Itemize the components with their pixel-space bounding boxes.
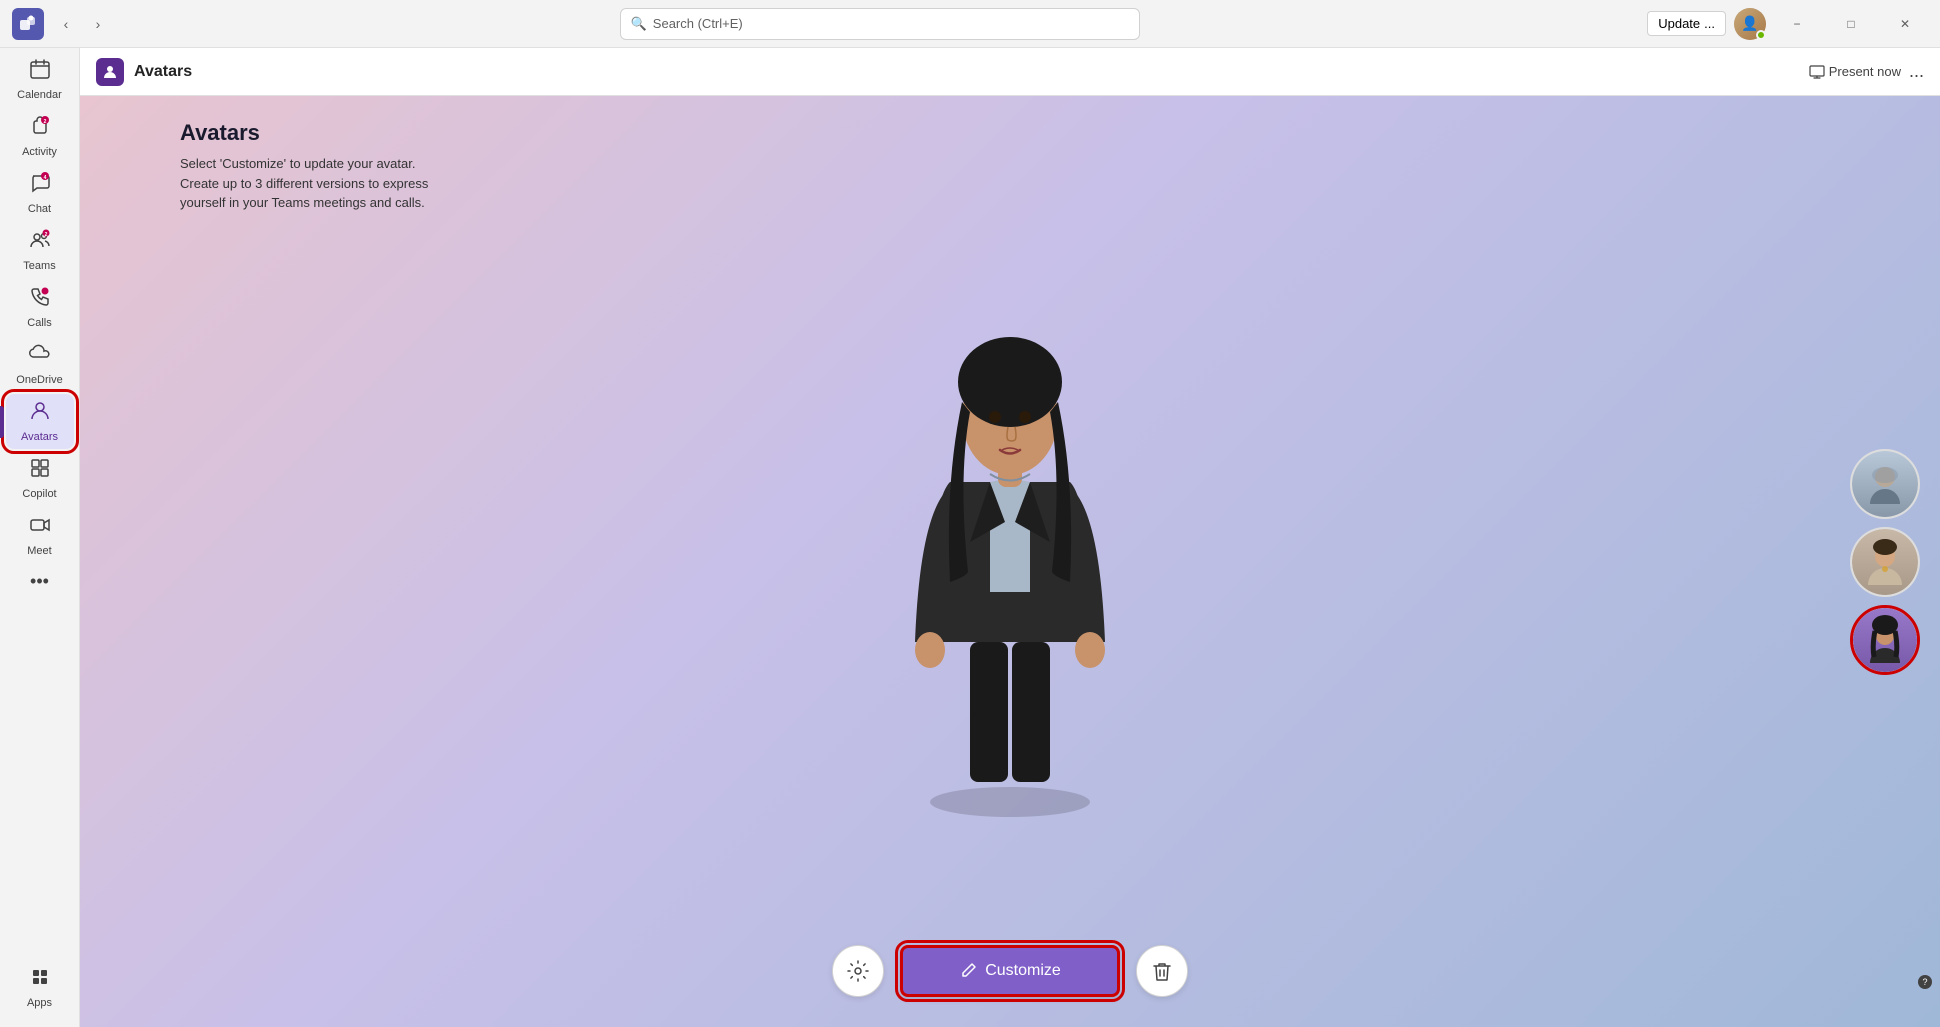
sidebar-item-copilot[interactable]: Copilot xyxy=(6,451,74,506)
sidebar-item-activity[interactable]: 2 Activity xyxy=(6,109,74,164)
sidebar-item-meet[interactable]: Meet xyxy=(6,508,74,563)
avatar-thumb-1[interactable] xyxy=(1850,449,1920,519)
svg-text:4: 4 xyxy=(43,175,46,181)
active-indicator xyxy=(0,406,4,438)
sidebar: Calendar 2 Activity 4 Chat 2 Teams Calls… xyxy=(0,48,80,1027)
copilot-label: Copilot xyxy=(22,488,56,500)
avatar-thumbnails xyxy=(1850,449,1920,675)
teams-logo xyxy=(12,8,44,40)
thumb-2-avatar xyxy=(1860,537,1910,587)
settings-icon xyxy=(846,959,870,983)
calls-icon xyxy=(29,286,51,314)
app-icon xyxy=(96,58,124,86)
calendar-label: Calendar xyxy=(17,89,62,101)
maximize-button[interactable]: □ xyxy=(1828,8,1874,40)
ellipsis-icon: ... xyxy=(1704,16,1715,31)
present-now-button[interactable]: Present now xyxy=(1809,64,1901,80)
page-header: Avatars Select 'Customize' to update you… xyxy=(180,120,428,213)
settings-button[interactable]: ? xyxy=(832,945,884,997)
apps-icon xyxy=(29,966,51,994)
avatars-icon xyxy=(29,400,51,428)
avatar-thumb-3[interactable] xyxy=(1850,605,1920,675)
sidebar-more-button[interactable]: ••• xyxy=(6,565,74,598)
activity-icon: 2 xyxy=(29,115,51,143)
minimize-button[interactable]: − xyxy=(1774,8,1820,40)
nav-buttons: ‹ › xyxy=(52,10,112,38)
main-content: Avatars Select 'Customize' to update you… xyxy=(80,96,1940,1027)
apps-label: Apps xyxy=(27,997,52,1009)
app-bar-right: Present now ... xyxy=(1809,61,1924,82)
customize-button[interactable]: Customize xyxy=(900,945,1120,997)
avatar-thumb-2-inner xyxy=(1852,529,1918,595)
sidebar-item-apps[interactable]: Apps xyxy=(6,960,74,1015)
page-title: Avatars xyxy=(180,120,428,146)
thumb-3-avatar xyxy=(1860,615,1910,665)
title-bar-right: Update ... 👤 − □ ✕ xyxy=(1647,8,1928,40)
delete-button[interactable] xyxy=(1136,945,1188,997)
sidebar-item-onedrive[interactable]: OneDrive xyxy=(6,337,74,392)
sidebar-item-chat[interactable]: 4 Chat xyxy=(6,166,74,221)
calendar-icon xyxy=(29,58,51,86)
svg-text:2: 2 xyxy=(44,232,47,238)
back-button[interactable]: ‹ xyxy=(52,10,80,38)
status-indicator xyxy=(1756,30,1766,40)
user-avatar[interactable]: 👤 xyxy=(1734,8,1766,40)
search-icon: 🔍 xyxy=(631,16,647,32)
app-title: Avatars xyxy=(134,63,192,81)
avatars-label: Avatars xyxy=(21,431,58,443)
sidebar-item-calls[interactable]: Calls xyxy=(6,280,74,335)
sidebar-item-teams[interactable]: 2 Teams xyxy=(6,223,74,278)
meet-label: Meet xyxy=(27,545,51,557)
thumb-1-avatar xyxy=(1860,459,1910,509)
avatar-thumb-1-inner xyxy=(1852,451,1918,517)
search-bar[interactable]: 🔍 Search (Ctrl+E) xyxy=(620,8,1140,40)
page-description: Select 'Customize' to update your avatar… xyxy=(180,154,428,213)
avatar-display xyxy=(80,96,1940,1027)
update-button[interactable]: Update ... xyxy=(1647,11,1726,36)
title-bar-left: ‹ › xyxy=(12,8,112,40)
close-button[interactable]: ✕ xyxy=(1882,8,1928,40)
sidebar-item-avatars[interactable]: Avatars xyxy=(6,394,74,449)
chat-label: Chat xyxy=(28,203,51,215)
app-more-button[interactable]: ... xyxy=(1909,61,1924,82)
calls-label: Calls xyxy=(27,317,51,329)
settings-badge: ? xyxy=(1918,975,1932,989)
meet-icon xyxy=(29,514,51,542)
teams-nav-icon: 2 xyxy=(29,229,51,257)
teams-label: Teams xyxy=(23,260,55,272)
sidebar-item-calendar[interactable]: Calendar xyxy=(6,52,74,107)
avatar-thumb-3-inner xyxy=(1853,608,1917,672)
app-bar: Avatars Present now ... xyxy=(80,48,1940,96)
search-placeholder: Search (Ctrl+E) xyxy=(653,16,743,31)
activity-label: Activity xyxy=(22,146,57,158)
onedrive-icon xyxy=(29,343,51,371)
onedrive-label: OneDrive xyxy=(16,374,62,386)
avatar-3d-container xyxy=(830,272,1190,852)
pencil-icon xyxy=(959,962,977,980)
forward-button[interactable]: › xyxy=(84,10,112,38)
title-bar: ‹ › 🔍 Search (Ctrl+E) Update ... 👤 − □ ✕ xyxy=(0,0,1940,48)
avatar-thumb-2[interactable] xyxy=(1850,527,1920,597)
chat-icon: 4 xyxy=(29,172,51,200)
copilot-icon xyxy=(29,457,51,485)
customize-label: Customize xyxy=(985,962,1061,980)
avatar-svg xyxy=(850,282,1170,842)
trash-icon xyxy=(1151,960,1173,982)
more-dots-icon: ••• xyxy=(30,571,49,592)
bottom-controls: ? Customize xyxy=(80,945,1940,997)
svg-text:2: 2 xyxy=(43,119,46,125)
